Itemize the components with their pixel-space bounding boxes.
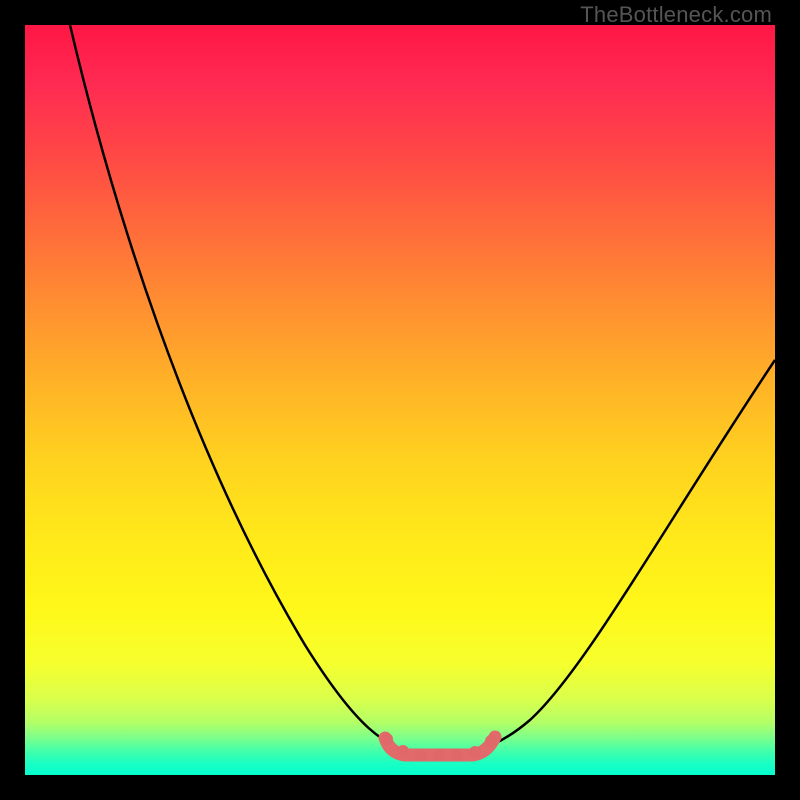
plot-area bbox=[25, 25, 775, 775]
curve-path bbox=[70, 25, 775, 755]
watermark-text: TheBottleneck.com bbox=[580, 2, 772, 28]
bottleneck-curve bbox=[25, 25, 775, 775]
chart-frame: TheBottleneck.com bbox=[0, 0, 800, 800]
